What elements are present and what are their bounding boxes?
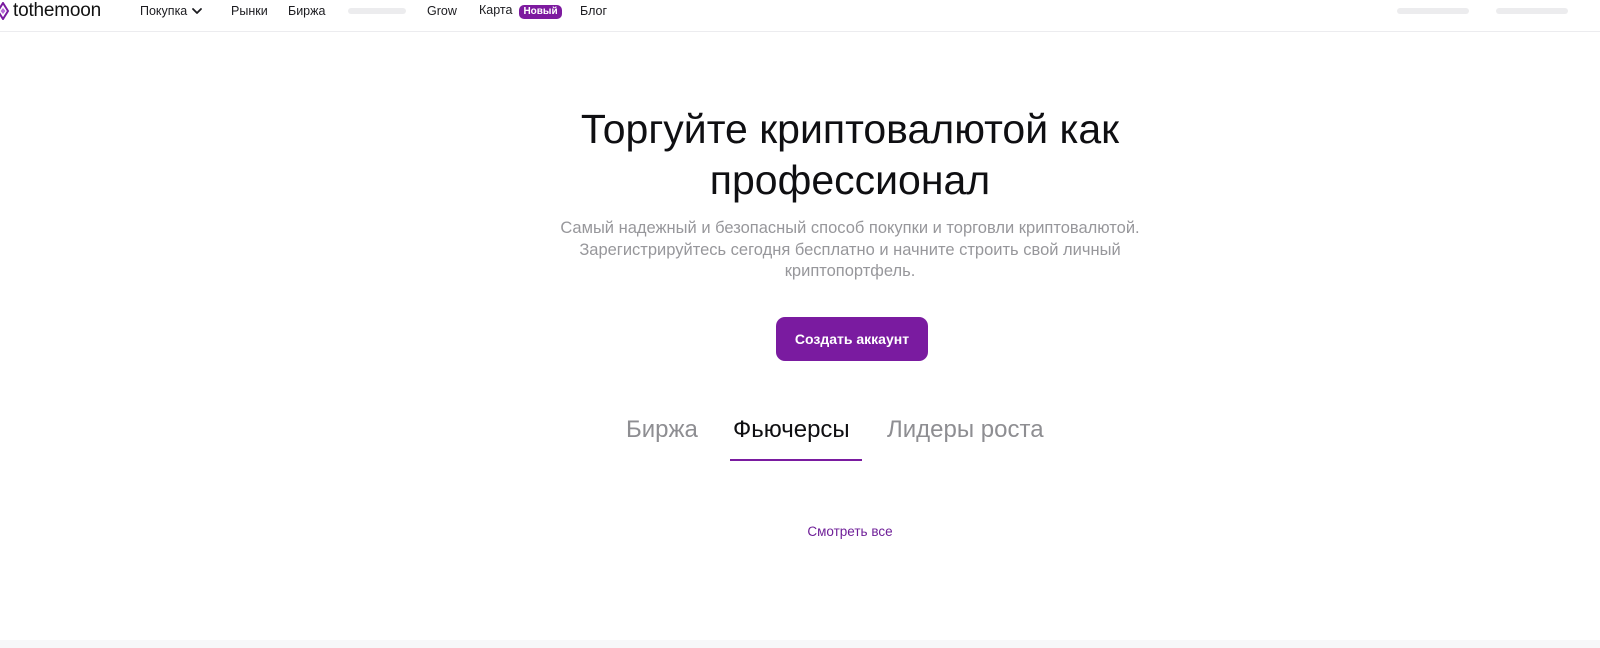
hero-title: Торгуйте криптовалютой как профессионал	[450, 104, 1250, 206]
nav-item-buy-label: Покупка	[140, 4, 188, 18]
tab-exchange[interactable]: Биржа	[626, 414, 698, 446]
hero-subtitle-line: Самый надежный и безопасный способ покуп…	[560, 219, 1140, 237]
see-all-link[interactable]: Смотреть все	[750, 524, 950, 539]
hero-subtitle: Самый надежный и безопасный способ покуп…	[520, 218, 1180, 283]
hero-subtitle-line: Зарегистрируйтесь сегодня бесплатно и на…	[579, 240, 1121, 259]
hero-subtitle-line: криптопортфель.	[784, 262, 916, 280]
active-tab-indicator	[730, 459, 862, 461]
nav-item-buy[interactable]: Покупка	[140, 3, 203, 19]
tab-futures[interactable]: Фьючерсы	[733, 414, 850, 446]
hero-title-line: профессионал	[709, 157, 991, 203]
chevron-down-icon	[187, 4, 203, 18]
section-divider	[0, 640, 1600, 648]
top-navbar: tothemoon Покупка Рынки Биржа Grow Карта…	[0, 0, 1600, 32]
auth-link-loading-placeholder	[1397, 8, 1469, 14]
nav-item-exchange[interactable]: Биржа	[288, 3, 325, 19]
auth-button-loading-placeholder	[1496, 8, 1568, 14]
hero-title-line: Торгуйте криптовалютой как	[580, 106, 1120, 152]
nav-item-blog[interactable]: Блог	[580, 3, 607, 19]
tothemoon-logo-icon	[0, 2, 10, 20]
nav-item-loading-placeholder	[348, 8, 406, 14]
create-account-button[interactable]: Создать аккаунт	[776, 317, 928, 361]
tab-top-gainers[interactable]: Лидеры роста	[887, 414, 1044, 446]
nav-item-markets[interactable]: Рынки	[231, 3, 268, 19]
nav-item-card[interactable]: Карта Новый	[479, 2, 562, 19]
nav-item-card-label: Карта	[479, 3, 513, 17]
nav-item-grow[interactable]: Grow	[427, 3, 457, 19]
new-badge: Новый	[519, 5, 562, 19]
brand-logo[interactable]: tothemoon	[0, 0, 101, 22]
brand-name: tothemoon	[13, 0, 101, 21]
